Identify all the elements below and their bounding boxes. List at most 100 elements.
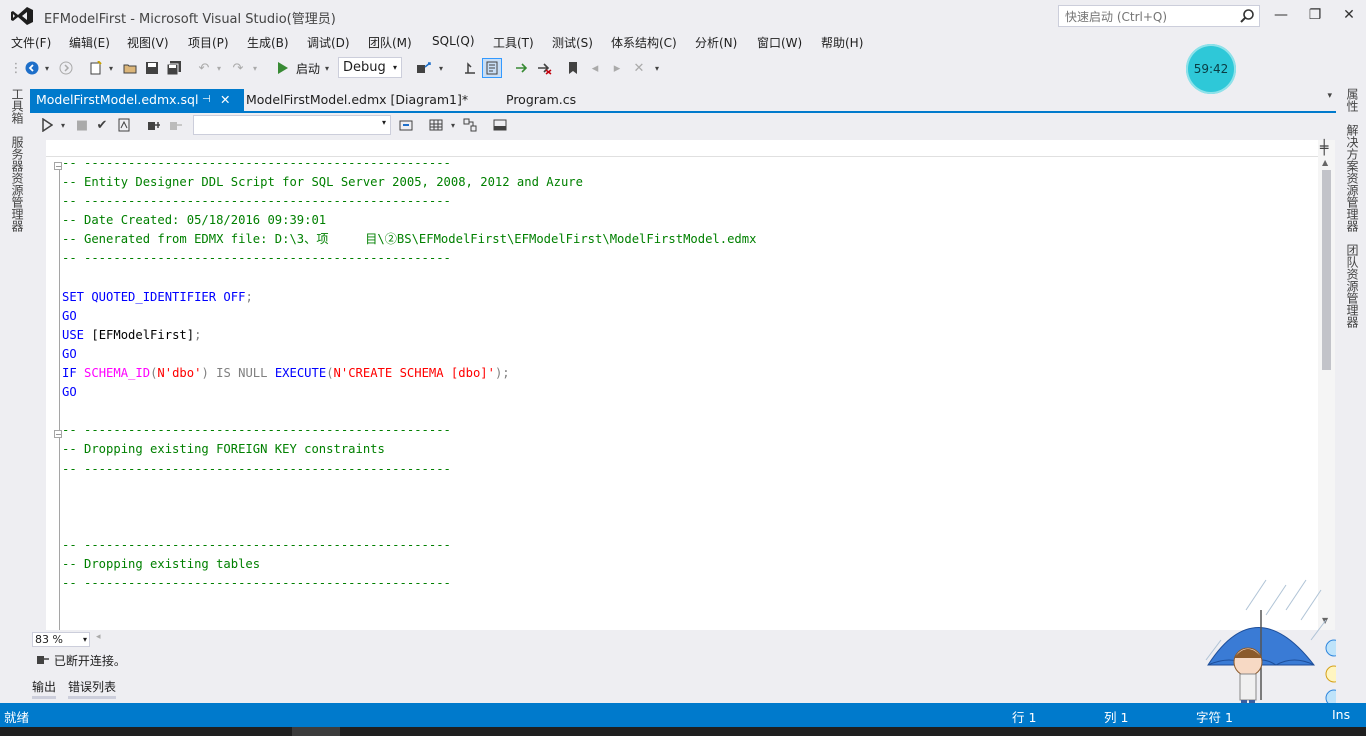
menu-test[interactable]: 测试(S): [552, 34, 593, 51]
code-line[interactable]: -- Dropping existing tables: [62, 555, 756, 574]
code-line[interactable]: [62, 479, 756, 498]
zoom-select[interactable]: 83 % ▾: [32, 632, 90, 647]
bookmark-icon[interactable]: [566, 58, 580, 78]
code-line[interactable]: [62, 517, 756, 536]
code-line[interactable]: -- Dropping existing FOREIGN KEY constra…: [62, 440, 756, 459]
menu-file[interactable]: 文件(F): [11, 34, 51, 51]
tab-modelfirstmodel-diagram[interactable]: ModelFirstModel.edmx [Diagram1]*: [240, 89, 474, 111]
start-icon[interactable]: [276, 58, 290, 78]
menu-sql[interactable]: SQL(Q): [432, 34, 475, 48]
tab-overflow-icon[interactable]: ▾: [1327, 91, 1332, 101]
code-line[interactable]: [62, 402, 756, 421]
sql-code-editor[interactable]: − − -- ---------------------------------…: [46, 140, 1318, 630]
menu-tools[interactable]: 工具(T): [493, 34, 534, 51]
scroll-up-icon[interactable]: ▲: [1322, 158, 1328, 167]
redo-icon[interactable]: ↷: [230, 58, 246, 78]
code-line[interactable]: -- -------------------------------------…: [62, 460, 756, 479]
quick-launch-input[interactable]: [1063, 7, 1237, 27]
server-explorer-tab[interactable]: 服务器资源管理器: [9, 136, 26, 232]
attach-dropdown-icon[interactable]: ▾: [436, 58, 446, 78]
next-bookmark-icon[interactable]: ▸: [610, 58, 624, 78]
connect-icon[interactable]: [146, 115, 162, 135]
team-explorer-tab[interactable]: 团队资源管理器: [1344, 244, 1361, 328]
code-line[interactable]: -- -------------------------------------…: [62, 574, 756, 593]
menu-analyze[interactable]: 分析(N): [695, 34, 737, 51]
menu-window[interactable]: 窗口(W): [757, 34, 802, 51]
execute-dropdown-icon[interactable]: ▾: [58, 115, 68, 135]
start-dropdown-icon[interactable]: ▾: [322, 58, 332, 78]
results-dropdown-icon[interactable]: ▾: [448, 115, 458, 135]
minimize-button[interactable]: —: [1266, 4, 1296, 26]
schema-compare-icon[interactable]: [462, 115, 478, 135]
code-line[interactable]: [62, 498, 756, 517]
new-project-icon[interactable]: [88, 58, 104, 78]
code-line[interactable]: -- Date Created: 05/18/2016 09:39:01: [62, 211, 756, 230]
scrollbar-thumb[interactable]: [1322, 170, 1331, 370]
code-line[interactable]: [62, 269, 756, 288]
prev-bookmark-icon[interactable]: ◂: [588, 58, 602, 78]
execute-icon[interactable]: [40, 115, 54, 135]
uncomment-icon[interactable]: [536, 58, 552, 78]
code-line[interactable]: GO: [62, 383, 756, 402]
menu-architecture[interactable]: 体系结构(C): [611, 34, 677, 51]
quick-launch[interactable]: [1058, 5, 1260, 27]
menu-build[interactable]: 生成(B): [247, 34, 289, 51]
editor-vertical-scrollbar[interactable]: ╪ ▲ ▼: [1318, 140, 1335, 630]
code-line[interactable]: IF SCHEMA_ID(N'dbo') IS NULL EXECUTE(N'C…: [62, 364, 756, 383]
menu-team[interactable]: 团队(M): [368, 34, 412, 51]
restore-button[interactable]: ❐: [1300, 4, 1330, 26]
validate-icon[interactable]: ✔: [94, 115, 110, 135]
code-line[interactable]: -- -------------------------------------…: [62, 192, 756, 211]
clear-bookmarks-icon[interactable]: ✕: [632, 58, 646, 78]
tab-error-list[interactable]: 错误列表: [68, 678, 116, 695]
menu-project[interactable]: 项目(P): [188, 34, 229, 51]
collapse-region-icon[interactable]: −: [54, 430, 62, 439]
code-line[interactable]: SET QUOTED_IDENTIFIER OFF;: [62, 288, 756, 307]
code-line[interactable]: -- Generated from EDMX file: D:\3、项 目\②B…: [62, 230, 756, 249]
stop-icon[interactable]: ■: [76, 115, 88, 135]
database-select[interactable]: ▾: [193, 115, 391, 135]
new-dropdown-icon[interactable]: ▾: [106, 58, 116, 78]
toolbar-overflow-icon[interactable]: ▾: [652, 58, 662, 78]
menu-view[interactable]: 视图(V): [127, 34, 169, 51]
redo-dropdown-icon[interactable]: ▾: [250, 58, 260, 78]
close-button[interactable]: ✕: [1334, 4, 1364, 26]
disconnect-icon[interactable]: [168, 115, 184, 135]
change-connection-icon[interactable]: [398, 115, 414, 135]
code-line[interactable]: [62, 593, 756, 612]
code-line[interactable]: -- -------------------------------------…: [62, 249, 756, 268]
tab-output[interactable]: 输出: [32, 678, 56, 695]
comment-icon[interactable]: [514, 58, 530, 78]
save-all-icon[interactable]: [166, 58, 182, 78]
code-line[interactable]: [62, 612, 756, 630]
code-line[interactable]: -- -------------------------------------…: [62, 154, 756, 173]
menu-edit[interactable]: 编辑(E): [69, 34, 110, 51]
code-line[interactable]: USE [EFModelFirst];: [62, 326, 756, 345]
tab-program-cs[interactable]: Program.cs: [500, 89, 582, 111]
code-text[interactable]: -- -------------------------------------…: [62, 154, 756, 630]
step-icon[interactable]: [462, 58, 478, 78]
solution-explorer-tab[interactable]: 解决方案资源管理器: [1344, 124, 1361, 232]
close-tab-icon[interactable]: ✕: [220, 89, 230, 111]
code-line[interactable]: GO: [62, 307, 756, 326]
estimated-plan-icon[interactable]: [116, 115, 132, 135]
undo-icon[interactable]: ↶: [196, 58, 212, 78]
save-icon[interactable]: [144, 58, 160, 78]
results-grid-icon[interactable]: [428, 115, 444, 135]
tab-modelfirstmodel-sql[interactable]: ModelFirstModel.edmx.sql ⊣ ✕: [30, 89, 244, 111]
code-line[interactable]: GO: [62, 345, 756, 364]
code-line[interactable]: -- -------------------------------------…: [62, 536, 756, 555]
split-editor-icon[interactable]: ╪: [1320, 140, 1328, 156]
show-results-pane-icon[interactable]: [492, 115, 508, 135]
forward-icon[interactable]: [58, 58, 74, 78]
back-icon[interactable]: [24, 58, 40, 78]
properties-tab[interactable]: 属性: [1344, 88, 1361, 112]
configuration-select[interactable]: Debug ▾: [338, 57, 402, 78]
collapse-region-icon[interactable]: −: [54, 162, 62, 171]
toolbox-tab[interactable]: 工具箱: [9, 88, 26, 124]
menu-debug[interactable]: 调试(D): [307, 34, 350, 51]
menu-help[interactable]: 帮助(H): [821, 34, 863, 51]
toggle-layout-icon[interactable]: [482, 58, 502, 78]
pin-icon[interactable]: ⊣: [202, 89, 211, 111]
back-dropdown-icon[interactable]: ▾: [42, 58, 52, 78]
